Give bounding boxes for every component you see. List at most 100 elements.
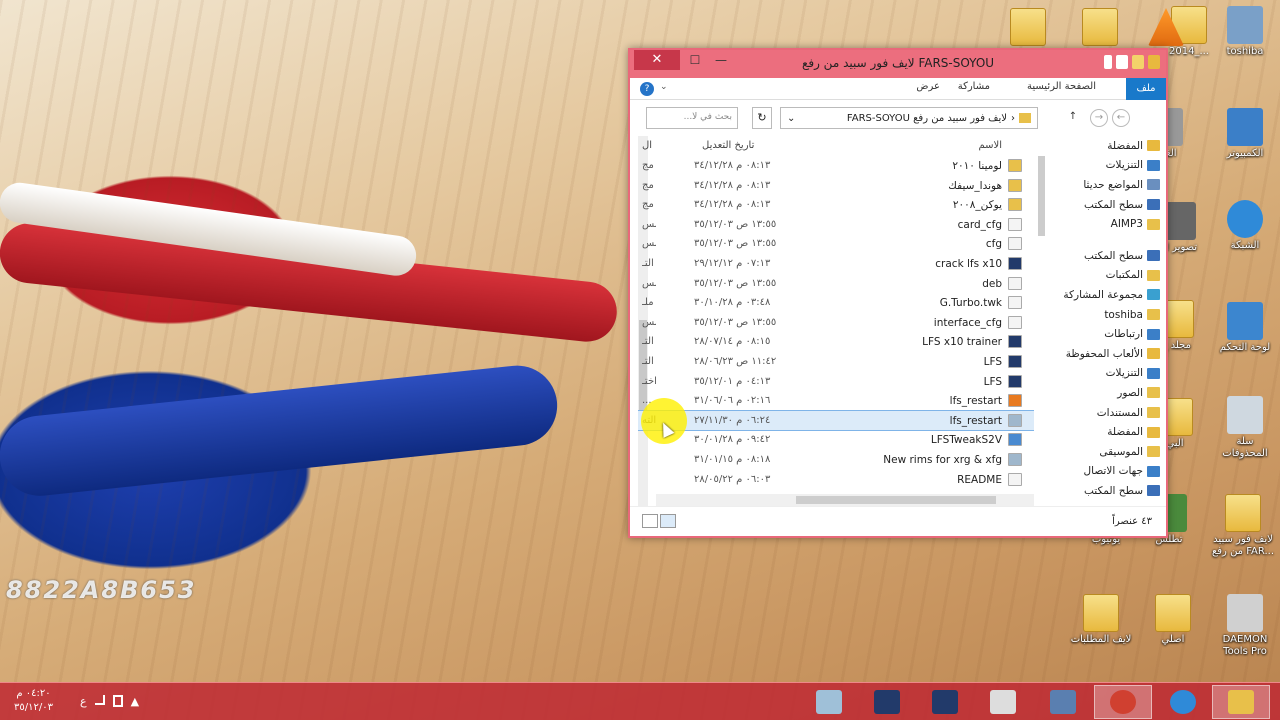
window-titlebar[interactable]: ✕ ☐ — لايف فور سبيد من رفع FARS-SOYOU: [630, 50, 1166, 78]
navpane-item[interactable]: المواضع حديثا: [1042, 175, 1166, 195]
breadcrumb[interactable]: لايف فور سبيد من رفع FARS-SOYOU: [847, 113, 1007, 124]
file-row[interactable]: lfs_restart٠٦:٢٤ م ٢٧/١١/٣٠الته: [638, 409, 1034, 432]
navpane-item[interactable]: الصور: [1042, 383, 1166, 403]
file-row[interactable]: يوكن_٢٠٠٨ ٠٨:١٣ م ٣٤/١٢/٢٨ مج: [638, 195, 1034, 215]
battery-icon[interactable]: [112, 695, 123, 707]
taskbar-app-mystery[interactable]: [800, 685, 858, 719]
folder-icon: [1225, 494, 1261, 532]
file-row[interactable]: card_cfg ١٣:٥٥ ص ٣٥/١٢/٠٣ مس: [638, 215, 1034, 235]
file-row[interactable]: LFS ١١:٤٢ ص ٢٨/٠٦/٢٣ التـ: [638, 352, 1034, 372]
back-button[interactable]: ←: [1112, 109, 1130, 127]
taskbar-app-computer[interactable]: [974, 685, 1032, 719]
file-icon: [1008, 433, 1022, 447]
file-row[interactable]: deb ١٣:٥٥ ص ٣٥/١٢/٠٣ مس: [638, 274, 1034, 294]
file-row[interactable]: README ٠٦:٠٣ م ٢٨/٠٥/٢٢: [638, 470, 1034, 490]
file-row[interactable]: lfs_restart ٠٢:١٦ م ٣١/٠٦/٠٦...: [638, 391, 1034, 411]
taskbar-app-ie[interactable]: [1154, 685, 1212, 719]
navpane-item[interactable]: الألعاب المحفوظة: [1042, 344, 1166, 364]
expand-ribbon-icon[interactable]: ⌄: [660, 82, 668, 92]
desktop-icon-folder-b[interactable]: [1072, 8, 1128, 48]
navpane-item-label: المكتبات: [1105, 269, 1143, 282]
address-bar[interactable]: ‹ لايف فور سبيد من رفع FARS-SOYOU ⌄: [780, 107, 1038, 129]
show-hidden-icons[interactable]: ▲: [131, 695, 139, 708]
search-input[interactable]: بحث في لا...: [646, 107, 738, 129]
desktop-icon-control-panel[interactable]: لوحة التحكم: [1214, 302, 1276, 354]
navpane-item[interactable]: التنزيلات: [1042, 156, 1166, 176]
navpane-item[interactable]: المكتبات: [1042, 266, 1166, 286]
desktop-icon-asli[interactable]: اصلي: [1142, 594, 1204, 646]
large-icons-view-button[interactable]: [642, 514, 658, 528]
details-view-button[interactable]: [660, 514, 676, 528]
file-row[interactable]: crack lfs x10 ٠٧:١٣ م ٢٩/١٢/١٢ التـ: [638, 254, 1034, 274]
desktop-icon-daemon-tools[interactable]: DAEMON Tools Pro: [1214, 594, 1276, 658]
file-icon: [1008, 198, 1022, 212]
desktop-icon-toshiba[interactable]: toshiba: [1214, 6, 1276, 58]
navpane-item[interactable]: المستندات: [1042, 403, 1166, 423]
tab-file[interactable]: ملف: [1126, 78, 1166, 100]
file-row[interactable]: هوندا_سيفك ٠٨:١٣ م ٣٤/١٢/٢٨ مج: [638, 176, 1034, 196]
horizontal-scrollbar[interactable]: [656, 494, 1034, 506]
dropdown-icon[interactable]: [1104, 55, 1112, 69]
navpane-item[interactable]: جهات الاتصال: [1042, 462, 1166, 482]
tab-home[interactable]: الصفحة الرئيسية: [1027, 81, 1096, 92]
desktop-icon-folder-a[interactable]: [1000, 8, 1056, 48]
navpane-item[interactable]: الموسيقى: [1042, 442, 1166, 462]
taskbar-app-explorer[interactable]: [1212, 685, 1270, 719]
file-row[interactable]: New rims for xrg & xfg ٠٨:١٨ م ٣١/٠١/١٥: [638, 450, 1034, 470]
properties-icon[interactable]: [1116, 55, 1128, 69]
navpane-item[interactable]: ارتباطات: [1042, 324, 1166, 344]
file-row[interactable]: cfg ١٣:٥٥ ص ٣٥/١٢/٠٣ مس: [638, 234, 1034, 254]
column-type[interactable]: ال: [642, 140, 652, 151]
navpane-item[interactable]: سطح المكتب: [1042, 246, 1166, 266]
tab-view[interactable]: عرض: [916, 81, 940, 92]
navpane-item-label: التنزيلات: [1105, 367, 1143, 380]
taskbar-app-chrome[interactable]: [1094, 685, 1152, 719]
file-row[interactable]: لومينا ٢٠١٠ ٠٨:١٣ م ٣٤/١٢/٢٨ مج: [638, 156, 1034, 176]
navpane-item[interactable]: سطح المكتب: [1042, 195, 1166, 215]
desktop-icon-recycle-bin[interactable]: سلة المحذوفات: [1214, 396, 1276, 460]
file-row[interactable]: G.Turbo.twk ٠٣:٤٨ م ٣٠/١٠/٢٨ ملـ: [638, 293, 1034, 313]
status-bar: ٤٣ عنصراً: [630, 506, 1166, 536]
chrome-icon: [1110, 690, 1136, 714]
taskbar-app-lfs-1[interactable]: [916, 685, 974, 719]
file-row[interactable]: LFSTweakS2V ٠٩:٤٢ م ٣٠/٠١/٢٨: [638, 430, 1034, 450]
chevron-down-icon[interactable]: ⌄: [787, 113, 795, 124]
new-folder-icon[interactable]: [1132, 55, 1144, 69]
quick-access-toolbar: [1104, 55, 1160, 69]
file-row[interactable]: interface_cfg ١٣:٥٥ ص ٣٥/١٢/٠٣ مس: [638, 313, 1034, 333]
desktop-icon-network[interactable]: الشبكة: [1214, 200, 1276, 252]
clock-date: ٣٥/١٢/٠٣: [14, 702, 53, 713]
clock[interactable]: ٠٤:٢٠ م ٣٥/١٢/٠٣: [14, 687, 53, 715]
file-row[interactable]: LFS ٠٤:١٣ م ٣٥/١٢/٠١ اختـ: [638, 372, 1034, 392]
explorer-window[interactable]: ✕ ☐ — لايف فور سبيد من رفع FARS-SOYOU ? …: [628, 48, 1168, 538]
signal-icon[interactable]: [94, 695, 105, 705]
taskbar-app-printer[interactable]: [1034, 685, 1092, 719]
navpane-item[interactable]: التنزيلات: [1042, 364, 1166, 384]
language-indicator[interactable]: ع: [80, 695, 87, 708]
scrollbar-thumb[interactable]: [796, 496, 996, 504]
navpane-item[interactable]: سطح المكتب: [1042, 481, 1166, 501]
forward-button[interactable]: →: [1090, 109, 1108, 127]
navpane-item[interactable]: AIMP3: [1042, 214, 1166, 234]
folder-icon: [1147, 465, 1160, 477]
tab-share[interactable]: مشاركة: [958, 81, 990, 92]
navpane-item-label: الألعاب المحفوظة: [1065, 347, 1143, 360]
desktop-icon-lfs-folder[interactable]: لايف فور سبيد من رفع FAR...: [1210, 494, 1276, 558]
desktop-icon-vlc[interactable]: [1146, 8, 1186, 48]
taskbar-app-lfs-2[interactable]: [858, 685, 916, 719]
scrollbar-thumb[interactable]: [1038, 156, 1045, 236]
column-date[interactable]: تاريخ التعديل: [702, 140, 754, 151]
up-button[interactable]: ↑: [1064, 109, 1082, 127]
navpane-item-label: ارتباطات: [1104, 328, 1143, 341]
navpane-item[interactable]: المفضلة: [1042, 136, 1166, 156]
navpane-item[interactable]: المفضلة: [1042, 422, 1166, 442]
desktop-icon-live-requests[interactable]: لايف المطلبات: [1070, 594, 1132, 646]
navpane-item[interactable]: toshiba: [1042, 305, 1166, 325]
refresh-button[interactable]: ↻: [752, 107, 772, 129]
file-row[interactable]: LFS x10 trainer ٠٨:١٥ م ٢٨/٠٧/١٤ التـ: [638, 332, 1034, 352]
help-icon[interactable]: ?: [640, 82, 654, 96]
navpane-item[interactable]: مجموعة المشاركة: [1042, 285, 1166, 305]
column-name[interactable]: الاسم: [978, 140, 1002, 151]
navpane-scrollbar[interactable]: [1036, 136, 1046, 256]
desktop-icon-computer[interactable]: الكمبيوتر: [1214, 108, 1276, 160]
